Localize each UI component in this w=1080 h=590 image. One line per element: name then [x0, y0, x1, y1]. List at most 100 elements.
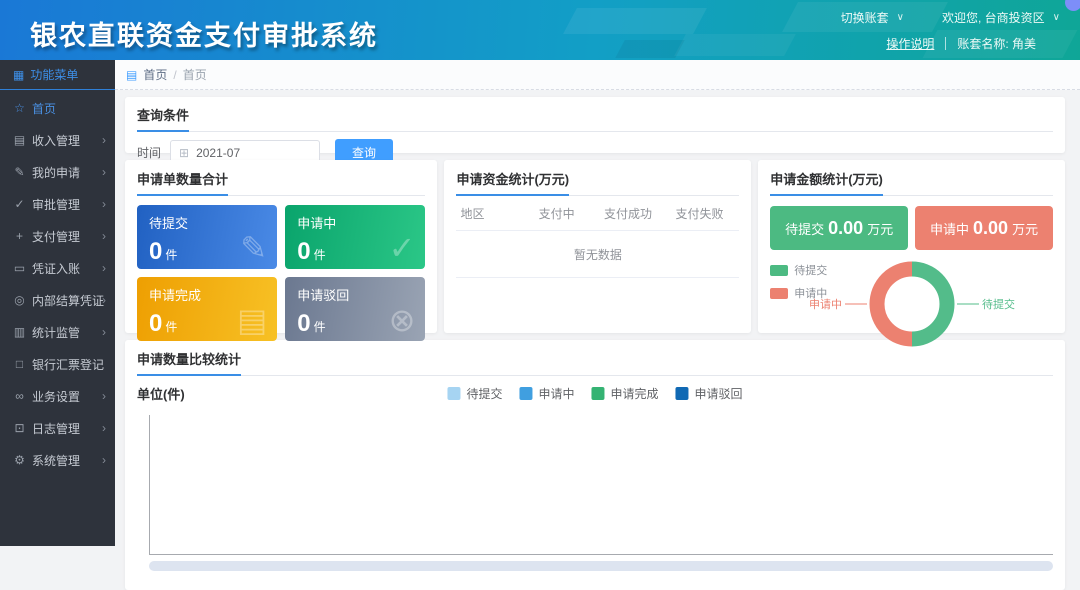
sidebar-item-label: 收入管理: [32, 132, 80, 149]
sidebar-item-system[interactable]: ⚙ 系统管理 ›: [0, 444, 115, 476]
legend-label: 待提交: [794, 262, 827, 278]
breadcrumb: ▤ 首页 / 首页: [115, 60, 1080, 90]
card-icon: □: [13, 357, 26, 371]
legend-item-in-progress[interactable]: 申请中: [519, 385, 574, 402]
sidebar-item-my-application[interactable]: ✎ 我的申请 ›: [0, 156, 115, 188]
account-name-text: 账套名称: 角美: [957, 35, 1036, 52]
sidebar-item-statistics[interactable]: ▥ 统计监管 ›: [0, 316, 115, 348]
legend-item-completed[interactable]: 申请完成: [592, 385, 659, 402]
donut-legend: 待提交 申请中: [770, 262, 827, 308]
chevron-right-icon: ›: [102, 453, 106, 467]
breadcrumb-item-current: 首页: [183, 66, 207, 83]
app-title: 银农直联资金支付审批系统: [30, 14, 378, 53]
chevron-right-icon: ›: [102, 165, 106, 179]
legend-label: 申请完成: [611, 385, 659, 402]
stat-card-rejected[interactable]: 申请驳回 0件 ⊗: [285, 277, 425, 341]
sidebar-item-label: 统计监管: [32, 324, 80, 341]
switch-account-link[interactable]: 切换账套: [841, 9, 889, 26]
compare-statistics-panel: 申请数量比较统计 单位(件) 待提交 申请中: [125, 340, 1065, 590]
chevron-right-icon: ›: [102, 197, 106, 211]
sidebar-header: ▦ 功能菜单: [0, 60, 115, 90]
amount-statistics-panel: 申请金额统计(万元) 待提交 0.00 万元 申请中 0.00 万元: [758, 160, 1065, 333]
sidebar-item-business-settings[interactable]: ∞ 业务设置 ›: [0, 380, 115, 412]
app-header: 银农直联资金支付审批系统 切换账套 ∨ 欢迎您, 台商投资区 ∨ 操作说明 账套…: [0, 0, 1080, 60]
document-icon: ▤: [13, 133, 26, 147]
amount-card-value: 0.00: [973, 218, 1008, 239]
chevron-down-icon[interactable]: ∨: [1053, 12, 1060, 23]
sidebar-item-label: 我的申请: [32, 164, 80, 181]
chevron-right-icon: ›: [102, 325, 106, 339]
list-check-icon: ✓: [389, 229, 416, 267]
sidebar-item-label: 系统管理: [32, 452, 80, 469]
floating-widget-dot[interactable]: [1065, 0, 1080, 11]
welcome-text[interactable]: 欢迎您, 台商投资区: [942, 9, 1045, 26]
sidebar-item-label: 内部结算凭证: [32, 292, 104, 309]
header-user-area: 切换账套 ∨ 欢迎您, 台商投资区 ∨ 操作说明 账套名称: 角美: [841, 9, 1060, 52]
legend-swatch: [676, 387, 689, 400]
stat-card-unit: 件: [314, 248, 326, 262]
legend-label: 申请驳回: [695, 385, 743, 402]
chevron-right-icon: ›: [102, 133, 106, 147]
sidebar-item-internal-settlement[interactable]: ◎ 内部结算凭证 ›: [0, 284, 115, 316]
sidebar-item-payment[interactable]: + 支付管理 ›: [0, 220, 115, 252]
time-label: 时间: [137, 144, 161, 161]
stat-card-pending-submit[interactable]: 待提交 0件 ✎: [137, 205, 277, 269]
y-axis-unit-label: 单位(件): [137, 384, 185, 403]
sidebar-item-income[interactable]: ▤ 收入管理 ›: [0, 124, 115, 156]
stat-card-unit: 件: [165, 248, 177, 262]
calendar-icon: ⊞: [179, 146, 189, 160]
donut-slice-pending-submit[interactable]: [912, 269, 947, 339]
sidebar-item-voucher-entry[interactable]: ▭ 凭证入账 ›: [0, 252, 115, 284]
legend-item-pending-submit[interactable]: 待提交: [447, 385, 502, 402]
application-counts-panel: 申请单数量合计 待提交 0件 ✎ 申请中 0件 ✓ 申请完成: [125, 160, 437, 333]
main-area: ▤ 首页 / 首页 查询条件 时间 ⊞ 2021-07 查询 申请单数: [115, 60, 1080, 546]
document-icon: ▤: [126, 68, 137, 82]
sidebar-item-label: 业务设置: [32, 388, 80, 405]
donut-slice-in-progress[interactable]: [877, 269, 912, 339]
chevron-down-icon[interactable]: ∨: [897, 12, 904, 23]
date-value: 2021-07: [196, 146, 240, 160]
stat-card-value: 0: [149, 238, 162, 265]
legend-item-pending-submit[interactable]: 待提交: [770, 262, 827, 278]
funds-panel-title: 申请资金统计(万元): [456, 169, 739, 196]
pencil-icon: ✎: [13, 165, 26, 179]
sidebar-item-label: 首页: [32, 100, 56, 117]
sidebar-item-log[interactable]: ⊡ 日志管理 ›: [0, 412, 115, 444]
chevron-right-icon: ›: [102, 229, 106, 243]
sidebar-item-home[interactable]: ☆ 首页: [0, 92, 115, 124]
stat-card-completed[interactable]: 申请完成 0件 ▤: [137, 277, 277, 341]
header-deco-shape: [563, 8, 707, 34]
legend-item-rejected[interactable]: 申请驳回: [676, 385, 743, 402]
chart-scrollbar[interactable]: [149, 561, 1053, 571]
stat-card-in-progress[interactable]: 申请中 0件 ✓: [285, 205, 425, 269]
doc-lines-icon: ▤: [237, 301, 267, 339]
legend-swatch: [519, 387, 532, 400]
chevron-right-icon: ›: [102, 421, 106, 435]
legend-label: 申请中: [538, 385, 574, 402]
legend-item-in-progress[interactable]: 申请中: [770, 285, 827, 301]
operation-guide-link[interactable]: 操作说明: [886, 35, 934, 52]
query-panel-title: 查询条件: [137, 105, 1053, 132]
chevron-right-icon: ›: [102, 293, 106, 307]
sidebar-menu: ☆ 首页 ▤ 收入管理 › ✎ 我的申请 › ✓ 审批管理 › + 支付管理 ›…: [0, 90, 115, 476]
empty-data-text: 暂无数据: [456, 231, 739, 278]
amount-card-pending-submit[interactable]: 待提交 0.00 万元: [770, 206, 908, 250]
legend-swatch: [770, 288, 788, 299]
breadcrumb-item-home[interactable]: 首页: [143, 66, 167, 83]
sidebar-item-approval[interactable]: ✓ 审批管理 ›: [0, 188, 115, 220]
stat-card-value: 0: [297, 238, 310, 265]
chevron-right-icon: ›: [102, 261, 106, 275]
doc-edit-icon: ✎: [240, 229, 267, 267]
sidebar-header-label: 功能菜单: [30, 66, 78, 83]
amount-card-in-progress[interactable]: 申请中 0.00 万元: [915, 206, 1053, 250]
legend-swatch: [770, 265, 788, 276]
donut-label-right: 待提交: [982, 297, 1015, 311]
sidebar: ▦ 功能菜单 ☆ 首页 ▤ 收入管理 › ✎ 我的申请 › ✓ 审批管理 › +…: [0, 60, 115, 546]
bar-chart-icon: ▥: [13, 325, 26, 339]
sidebar-item-label: 日志管理: [32, 420, 80, 437]
amount-card-unit: 万元: [867, 219, 893, 238]
sidebar-item-bank-draft[interactable]: □ 银行汇票登记: [0, 348, 115, 380]
stat-card-value: 0: [149, 310, 162, 337]
circle-icon: ◎: [13, 293, 26, 307]
link-icon: ∞: [13, 389, 26, 403]
